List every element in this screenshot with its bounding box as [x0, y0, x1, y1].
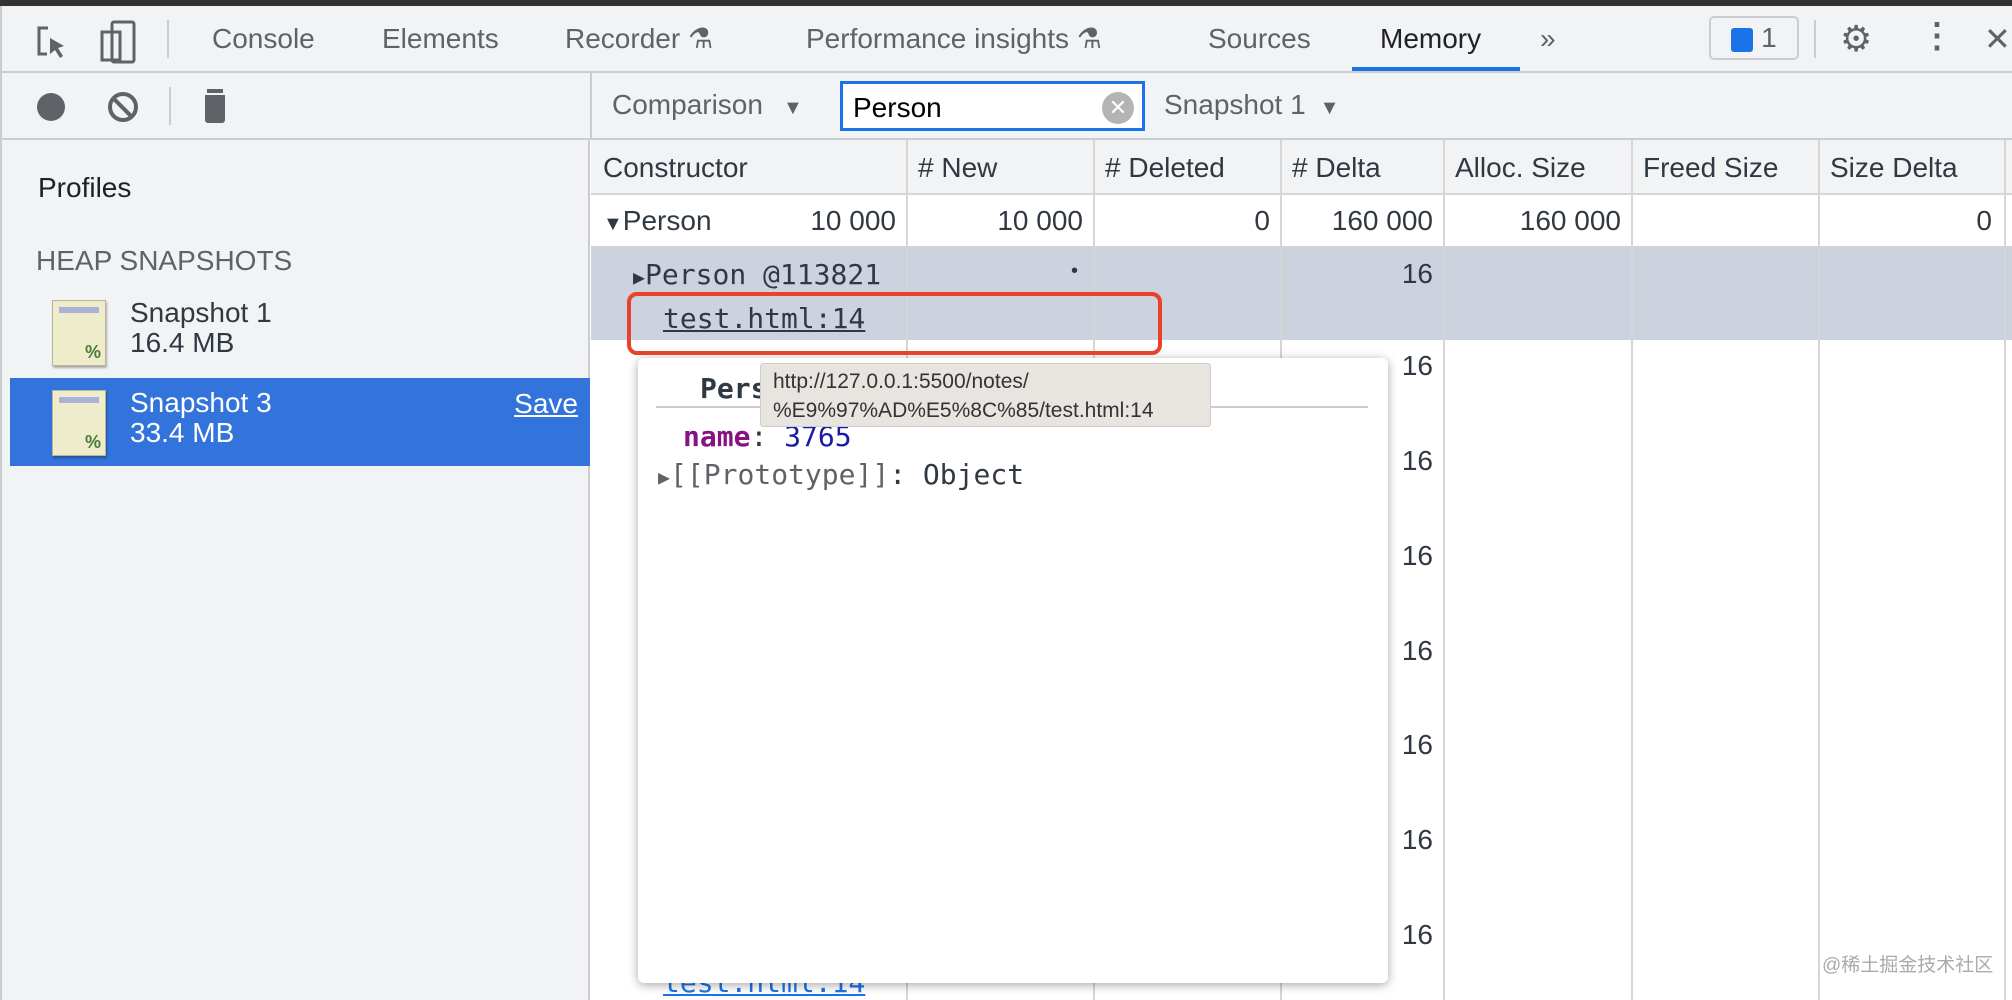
save-link[interactable]: Save — [514, 388, 578, 420]
cell-alloc: 16 — [1401, 729, 1433, 760]
cell-alloc: 16 — [1401, 445, 1433, 476]
memory-toolbar: Comparison ▼ Person ✕ Snapshot 1 ▼ — [0, 73, 2012, 140]
cell-alloc: 16 — [1401, 258, 1433, 289]
snapshot-item-3[interactable]: % Snapshot 3 33.4 MB Save — [10, 378, 590, 466]
snapshot-name: Snapshot 1 — [130, 297, 272, 328]
cell-alloc: 16 — [1401, 540, 1433, 571]
profiles-sidebar: Profiles HEAP SNAPSHOTS % Snapshot 1 16.4… — [0, 140, 590, 1000]
constructor-name: Person — [622, 205, 712, 236]
class-filter-input[interactable]: Person ✕ — [840, 81, 1145, 131]
prototype-row[interactable]: ▶[[Prototype]]: Object — [658, 458, 1024, 491]
more-options-icon[interactable]: ⋮ — [1920, 16, 1954, 56]
baseline-select-value: Snapshot 1 — [1164, 89, 1306, 120]
flask-icon: ⚗ — [1076, 23, 1102, 54]
table-header: Constructor # New # Deleted # Delta Allo… — [591, 140, 2012, 195]
expand-triangle-icon[interactable]: ▶ — [633, 265, 645, 289]
cell-size-delta: 0 — [1976, 205, 1992, 236]
table-row-person-group[interactable]: ▼Person 10 000 10 000 0 160 000 160 000 … — [591, 195, 2012, 246]
tab-label: Recorder — [565, 23, 681, 54]
message-icon — [1731, 27, 1754, 52]
prototype-label: [[Prototype]] — [670, 458, 890, 491]
snapshot-size: 16.4 MB — [130, 327, 235, 358]
trash-icon[interactable] — [205, 89, 225, 123]
cell-delta: 0 — [1254, 205, 1270, 236]
baseline-select[interactable]: Snapshot 1 ▼ — [1164, 89, 1339, 121]
object-preview-popover: Person name: 3765 ▶[[Prototype]]: Object — [638, 358, 1388, 983]
device-toolbar-icon[interactable] — [100, 20, 136, 64]
more-tabs-button[interactable]: » — [1540, 6, 1556, 71]
sidebar-title: Profiles — [38, 172, 132, 203]
record-icon[interactable] — [37, 93, 65, 121]
tab-elements[interactable]: Elements — [382, 6, 499, 71]
settings-gear-icon[interactable]: ⚙ — [1840, 18, 1872, 60]
heap-snapshot-icon: % — [52, 390, 106, 456]
inspect-element-icon[interactable] — [36, 26, 70, 60]
cell-deleted: 10 000 — [997, 205, 1083, 236]
devtools-tab-bar: Console Elements Recorder ⚗ Performance … — [0, 6, 2012, 73]
cell-alloc: 16 — [1401, 350, 1433, 381]
cell-alloc: 16 — [1401, 824, 1433, 855]
expand-triangle-icon[interactable]: ▶ — [658, 465, 670, 489]
cell-alloc: 160 000 — [1331, 205, 1433, 236]
heap-snapshot-icon: % — [52, 300, 106, 366]
view-select[interactable]: Comparison ▼ — [612, 89, 803, 121]
tooltip-line: http://127.0.0.1:5500/notes/ — [773, 370, 1029, 393]
issues-button[interactable]: 1 — [1709, 16, 1799, 60]
tab-recorder[interactable]: Recorder ⚗ — [565, 6, 713, 71]
filter-value: Person — [853, 92, 942, 123]
section-heading: HEAP SNAPSHOTS — [36, 245, 293, 276]
clear-icon[interactable] — [108, 92, 138, 122]
cell-alloc: 16 — [1401, 635, 1433, 666]
snapshot-size: 33.4 MB — [130, 417, 235, 448]
expand-triangle-icon[interactable]: ▼ — [603, 213, 623, 235]
snapshot-name: Snapshot 3 — [130, 387, 272, 418]
prototype-value: Object — [922, 458, 1025, 491]
tab-memory[interactable]: Memory — [1352, 6, 1520, 71]
tab-sources[interactable]: Sources — [1208, 6, 1311, 71]
issues-count: 1 — [1761, 22, 1777, 53]
highlight-annotation-box — [627, 292, 1162, 355]
col-freed-size[interactable]: Freed Size — [1631, 140, 1778, 195]
col-delta[interactable]: # Delta — [1280, 140, 1381, 195]
tooltip-line: %E9%97%AD%E5%8C%85/test.html:14 — [773, 399, 1154, 422]
object-name: Person @113821 — [645, 258, 882, 291]
col-new[interactable]: # New — [906, 140, 997, 195]
tab-label: Performance insights — [806, 23, 1070, 54]
url-tooltip: http://127.0.0.1:5500/notes/ %E9%97%AD%E… — [760, 363, 1211, 427]
view-select-value: Comparison — [612, 89, 763, 120]
snapshot-item-1[interactable]: % Snapshot 1 16.4 MB — [10, 288, 590, 376]
dropdown-arrow-icon: ▼ — [782, 97, 803, 119]
distance-dot: • — [1071, 260, 1079, 282]
col-size-delta[interactable]: Size Delta — [1818, 140, 1958, 195]
cell-new: 10 000 — [810, 205, 896, 236]
watermark: @稀土掘金技术社区 — [1822, 955, 1994, 976]
flask-icon: ⚗ — [687, 23, 714, 54]
clear-filter-icon[interactable]: ✕ — [1102, 92, 1134, 124]
col-deleted[interactable]: # Deleted — [1093, 140, 1225, 195]
cell-alloc: 16 — [1401, 919, 1433, 950]
col-alloc-size[interactable]: Alloc. Size — [1443, 140, 1586, 195]
cell-freed: 160 000 — [1519, 205, 1621, 236]
col-constructor[interactable]: Constructor — [591, 140, 748, 195]
property-name: name — [683, 420, 751, 453]
tab-console[interactable]: Console — [212, 6, 315, 71]
tab-performance-insights[interactable]: Performance insights ⚗ — [806, 6, 1102, 71]
dropdown-arrow-icon: ▼ — [1319, 97, 1340, 119]
close-icon[interactable]: ✕ — [1984, 20, 2011, 58]
